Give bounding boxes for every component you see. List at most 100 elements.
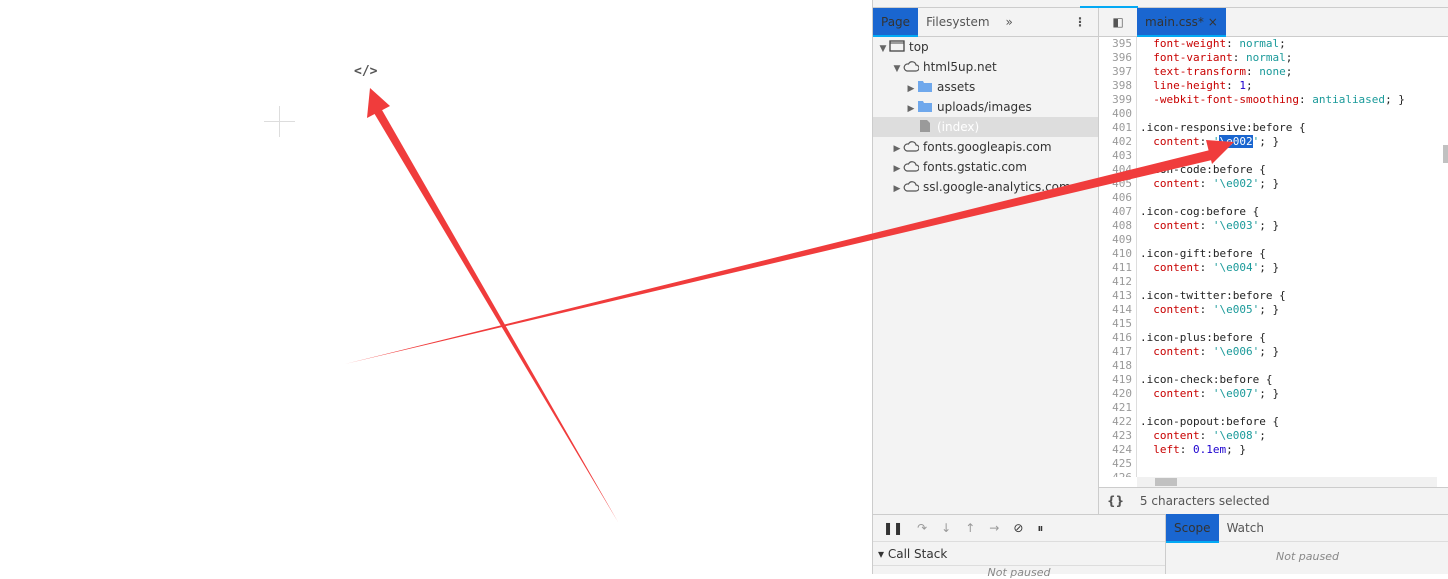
- pause-icon[interactable]: ❚❚: [883, 521, 903, 535]
- tab-watch[interactable]: Watch: [1219, 514, 1272, 543]
- call-stack-header[interactable]: ▾ Call Stack: [873, 542, 1165, 566]
- tab-filesystem[interactable]: Filesystem: [918, 8, 997, 37]
- code-token: 0.1em: [1193, 443, 1227, 456]
- line-number: 403: [1112, 149, 1132, 162]
- code-line[interactable]: .icon-cog:before {: [1140, 205, 1440, 219]
- code-line[interactable]: content: '\e006'; }: [1140, 345, 1440, 359]
- code-token: :: [1199, 387, 1213, 400]
- line-number: 422: [1112, 415, 1132, 428]
- tree-item[interactable]: ▼ html5up.net: [873, 57, 1098, 77]
- tab-page[interactable]: Page: [873, 7, 919, 37]
- code-line[interactable]: content: '\e005'; }: [1140, 303, 1440, 317]
- pause-on-exceptions-icon[interactable]: ⏸: [1037, 521, 1043, 536]
- vertical-scrollbar[interactable]: [1441, 37, 1448, 477]
- tree-item[interactable]: ▶ uploads/images: [873, 97, 1098, 117]
- code-icon: </>: [354, 64, 378, 79]
- code-token: antialiased: [1312, 93, 1386, 106]
- code-token: :: [1226, 79, 1240, 92]
- code-line[interactable]: .icon-check:before {: [1140, 373, 1440, 387]
- code-line[interactable]: content: '\e008';: [1140, 429, 1440, 443]
- code-line[interactable]: [1140, 317, 1440, 331]
- toggle-navigator-icon[interactable]: ◧: [1099, 15, 1137, 29]
- file-tree: ▼ top ▼ html5up.net ▶ assets ▶ uploads/images (i…: [873, 37, 1098, 197]
- line-number: 397: [1112, 65, 1132, 78]
- code-line[interactable]: .icon-responsive:before {: [1140, 121, 1440, 135]
- expand-toggle-icon[interactable]: ▶: [891, 179, 903, 199]
- code-line[interactable]: left: 0.1em; }: [1140, 443, 1440, 457]
- code-line[interactable]: content: '\e004'; }: [1140, 261, 1440, 275]
- code-line[interactable]: content: '\e007'; }: [1140, 387, 1440, 401]
- more-tabs-button[interactable]: »: [998, 8, 1021, 37]
- expand-toggle-icon[interactable]: ▼: [877, 39, 889, 59]
- code-token: :: [1199, 429, 1213, 442]
- step-over-icon[interactable]: ↷: [917, 521, 927, 535]
- code-token: font-weight: [1153, 37, 1227, 50]
- tab-label: main.css*: [1145, 14, 1204, 29]
- code-line[interactable]: [1140, 233, 1440, 247]
- code-token: ; }: [1259, 345, 1280, 358]
- line-number: 418: [1112, 359, 1132, 372]
- source-editor: ◧ main.css* × 395 396 397 398 399 400 401 402 40…: [1099, 7, 1448, 487]
- tree-item[interactable]: ▼ top: [873, 37, 1098, 57]
- tab-scope[interactable]: Scope: [1166, 513, 1219, 543]
- line-number: 421: [1112, 401, 1132, 414]
- expand-toggle-icon[interactable]: ▶: [905, 79, 917, 99]
- code-line[interactable]: -webkit-font-smoothing: antialiased; }: [1140, 93, 1440, 107]
- code-line[interactable]: .icon-popout:before {: [1140, 415, 1440, 429]
- code-line[interactable]: .icon-plus:before {: [1140, 331, 1440, 345]
- code-area[interactable]: font-weight: normal; font-variant: norma…: [1140, 37, 1440, 477]
- code-line[interactable]: [1140, 457, 1440, 471]
- deactivate-breakpoints-icon[interactable]: ⊘: [1013, 521, 1023, 535]
- code-line[interactable]: font-weight: normal;: [1140, 37, 1440, 51]
- code-token: none: [1259, 65, 1286, 78]
- expand-toggle-icon[interactable]: ▼: [891, 59, 903, 79]
- expand-toggle-icon[interactable]: ▶: [891, 139, 903, 159]
- tab-main-css[interactable]: main.css* ×: [1137, 7, 1226, 37]
- close-icon[interactable]: ×: [1208, 15, 1218, 29]
- code-line[interactable]: font-variant: normal;: [1140, 51, 1440, 65]
- code-token: ; }: [1259, 135, 1280, 148]
- menu-kebab-icon[interactable]: ⋮: [1074, 8, 1086, 37]
- pretty-print-icon[interactable]: {}: [1099, 494, 1136, 508]
- line-number: 420: [1112, 387, 1132, 400]
- tree-item[interactable]: ▶ fonts.googleapis.com: [873, 137, 1098, 157]
- code-token: ;: [1285, 65, 1293, 78]
- code-line[interactable]: [1140, 107, 1440, 121]
- code-line[interactable]: [1140, 401, 1440, 415]
- code-token: .icon-code:before {: [1140, 163, 1266, 176]
- code-line[interactable]: .icon-twitter:before {: [1140, 289, 1440, 303]
- code-line[interactable]: [1140, 275, 1440, 289]
- tree-item[interactable]: ▶ assets: [873, 77, 1098, 97]
- code-token: :: [1199, 177, 1213, 190]
- code-line[interactable]: line-height: 1;: [1140, 79, 1440, 93]
- tree-item[interactable]: ▶ ssl.google-analytics.com: [873, 177, 1098, 197]
- tree-item[interactable]: ▶ fonts.gstatic.com: [873, 157, 1098, 177]
- line-number: 413: [1112, 289, 1132, 302]
- tree-item-label: fonts.googleapis.com: [923, 140, 1052, 154]
- step-out-icon[interactable]: ↑: [965, 521, 975, 535]
- code-line[interactable]: [1140, 191, 1440, 205]
- step-icon[interactable]: →: [989, 521, 999, 535]
- line-number: 395: [1112, 37, 1132, 50]
- line-numbers: 395 396 397 398 399 400 401 402 403 404 405 406 407 4…: [1099, 37, 1137, 477]
- expand-toggle-icon[interactable]: ▶: [891, 159, 903, 179]
- code-line[interactable]: content: '\e002'; }: [1140, 177, 1440, 191]
- tree-item[interactable]: (index): [873, 117, 1098, 137]
- code-line[interactable]: [1140, 359, 1440, 373]
- code-line[interactable]: .icon-gift:before {: [1140, 247, 1440, 261]
- tree-item-label: (index): [937, 120, 980, 134]
- code-token: .icon-check:before {: [1140, 373, 1273, 386]
- horizontal-scrollbar[interactable]: [1137, 477, 1437, 487]
- code-line[interactable]: content: '\e002'; }: [1140, 135, 1440, 149]
- code-line[interactable]: text-transform: none;: [1140, 65, 1440, 79]
- line-number: 426: [1099, 471, 1136, 477]
- folder-icon: [917, 100, 937, 114]
- expand-toggle-icon[interactable]: ▶: [905, 99, 917, 119]
- code-line[interactable]: content: '\e003'; }: [1140, 219, 1440, 233]
- code-line[interactable]: [1140, 149, 1440, 163]
- step-into-icon[interactable]: ↓: [941, 521, 951, 535]
- code-line[interactable]: .icon-code:before {: [1140, 163, 1440, 177]
- line-number: 401: [1112, 121, 1132, 134]
